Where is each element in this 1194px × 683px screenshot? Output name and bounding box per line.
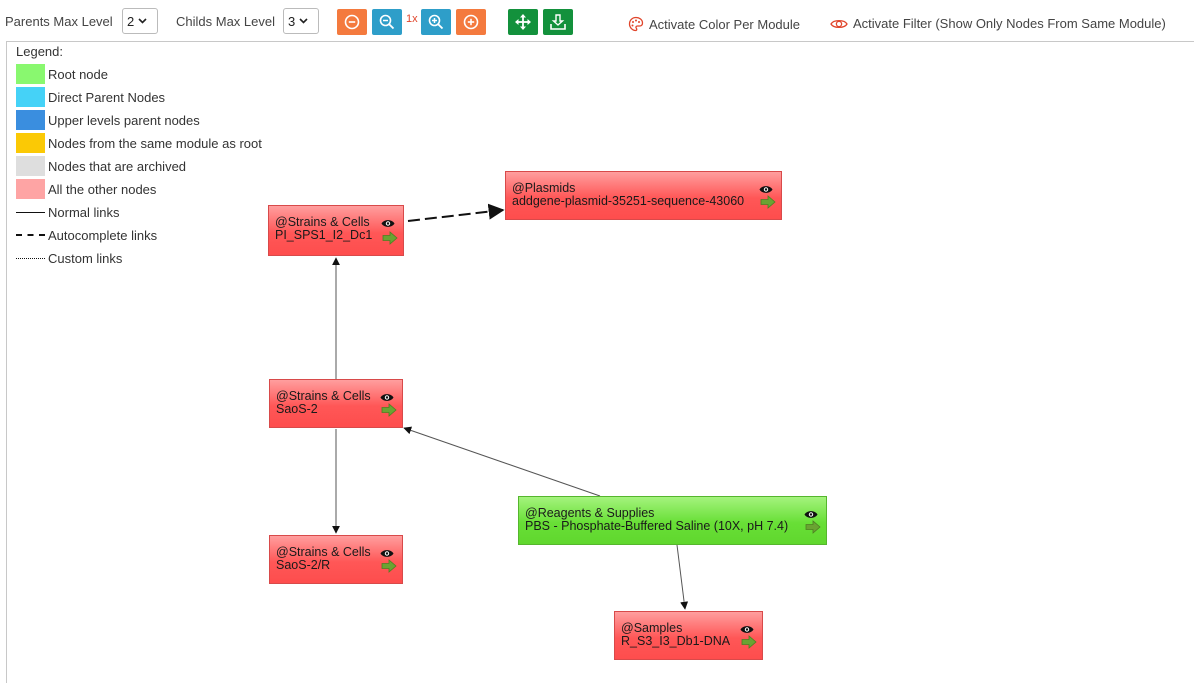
graph-node[interactable]: @Plasmids addgene-plasmid-35251-sequence-… <box>505 171 782 220</box>
node-name: SaoS-2 <box>276 402 318 416</box>
graph-node[interactable]: @Strains & Cells SaoS-2/R <box>269 535 403 584</box>
node-name: R_S3_I3_Db1-DNA <box>621 634 731 648</box>
graph-link <box>403 426 601 497</box>
node-module: @Strains & Cells <box>276 545 371 559</box>
go-arrow-icon[interactable] <box>382 231 398 250</box>
graph-node[interactable]: @Strains & Cells SaoS-2 <box>269 379 403 428</box>
node-module: @Strains & Cells <box>275 215 370 229</box>
graph-link <box>676 544 689 610</box>
node-name: PBS - Phosphate-Buffered Saline (10X, pH… <box>525 519 789 533</box>
graph-node[interactable]: @Samples R_S3_I3_Db1-DNA <box>614 611 763 660</box>
node-name: PI_SPS1_I2_Dc1 <box>275 228 373 242</box>
graph-links <box>332 203 689 610</box>
graph-node-root[interactable]: @Reagents & Supplies PBS - Phosphate-Buff… <box>518 496 827 545</box>
node-module: @Reagents & Supplies <box>525 506 655 520</box>
node-name: addgene-plasmid-35251-sequence-43060 <box>512 194 745 208</box>
go-arrow-icon[interactable] <box>805 520 821 539</box>
node-name: SaoS-2/R <box>276 558 331 572</box>
graph-link <box>407 203 505 222</box>
node-module: @Plasmids <box>512 181 576 195</box>
node-module: @Samples <box>621 621 683 635</box>
go-arrow-icon[interactable] <box>381 559 397 578</box>
go-arrow-icon[interactable] <box>760 195 776 214</box>
graph-node[interactable]: @Strains & Cells PI_SPS1_I2_Dc1 <box>268 205 404 256</box>
go-arrow-icon[interactable] <box>381 403 397 422</box>
node-module: @Strains & Cells <box>276 389 371 403</box>
go-arrow-icon[interactable] <box>741 635 757 654</box>
